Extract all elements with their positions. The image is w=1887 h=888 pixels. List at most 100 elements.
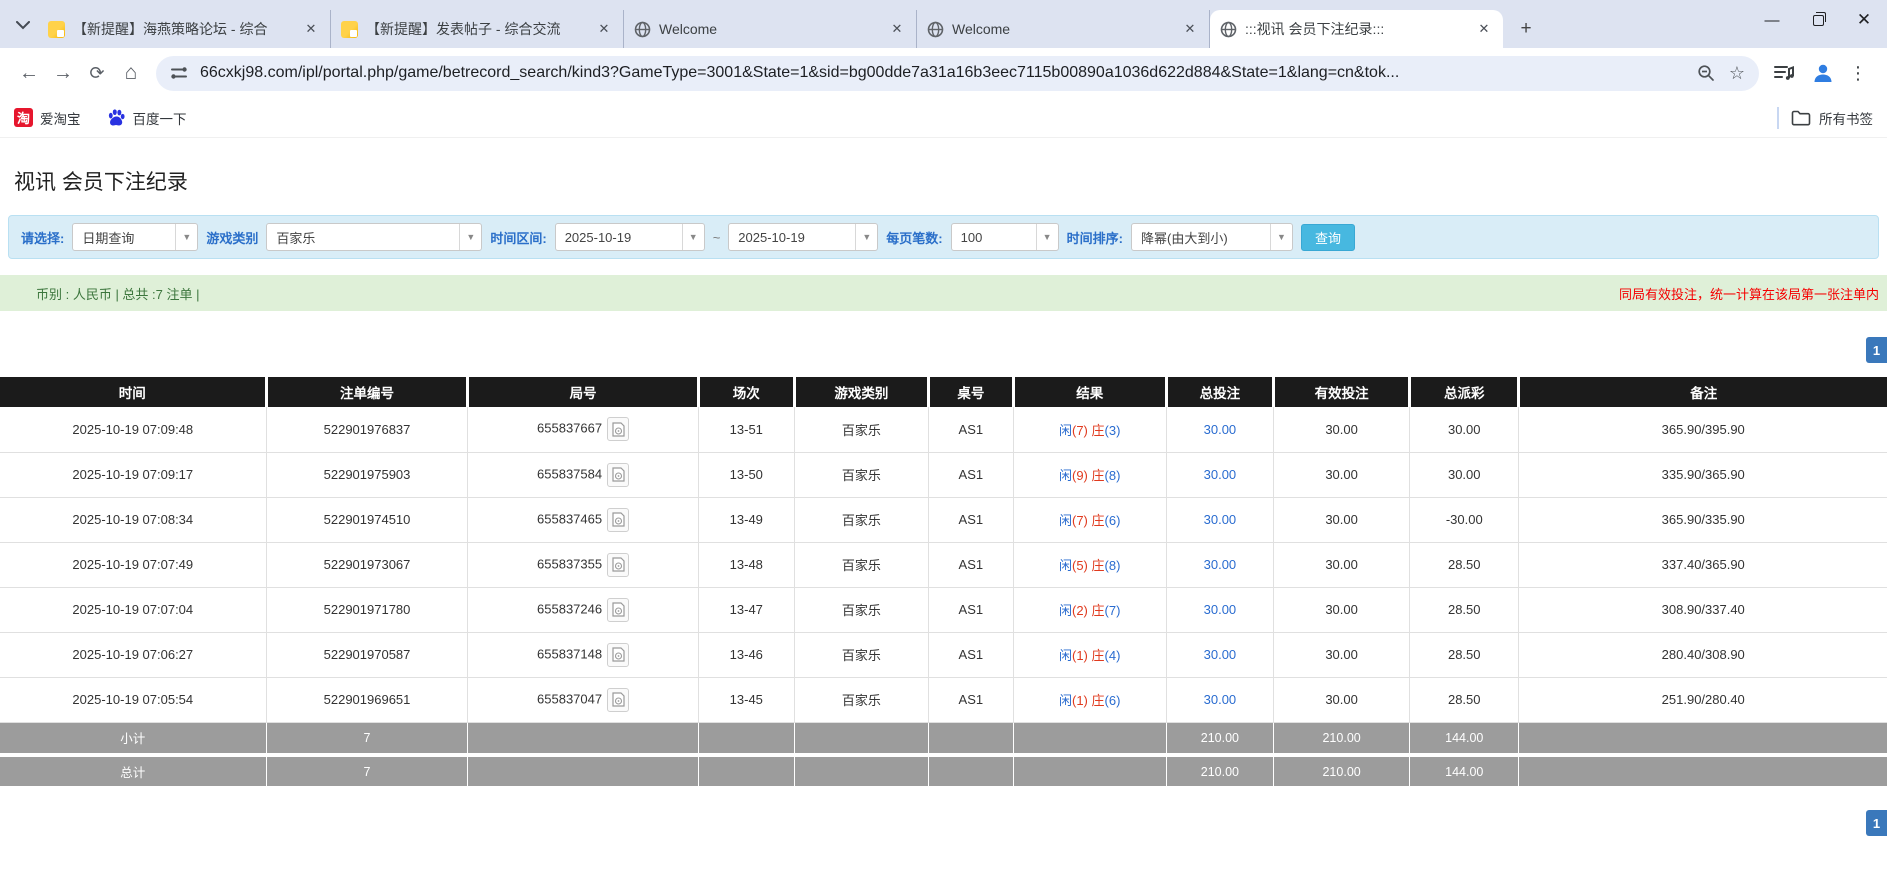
cell-session: 13-50 [698,452,794,497]
tilde-separator: ~ [713,230,721,245]
tab-close-icon[interactable]: ✕ [1475,20,1493,38]
browser-tab-5[interactable]: :::视讯 会员下注纪录:::✕ [1210,10,1503,48]
totals-cell-5 [794,722,928,755]
cell-note: 337.40/365.90 [1519,542,1887,587]
total-bet-link[interactable]: 30.00 [1204,692,1237,707]
video-replay-icon[interactable] [607,417,629,441]
cell-valid-bet: 30.00 [1274,542,1410,587]
back-icon[interactable]: ← [12,56,46,90]
table-row: 2025-10-19 07:06:27522901970587655837148… [0,632,1887,677]
date-to-select[interactable]: 2025-10-19 ▼ [728,223,878,251]
cell-session: 13-47 [698,587,794,632]
bookmark-item-baidu[interactable]: 百度一下 [107,108,187,128]
site-info-icon[interactable] [170,66,188,80]
time-sort-select[interactable]: 降幂(由大到小) ▼ [1131,223,1293,251]
game-type-select[interactable]: 百家乐 ▼ [266,223,482,251]
cell-result: 闲(1) 庄(4) [1013,632,1166,677]
banker-score: (4) [1105,648,1121,663]
search-button[interactable]: 查询 [1301,224,1355,251]
home-icon[interactable]: ⌂ [114,56,148,90]
cell-note: 251.90/280.40 [1519,677,1887,722]
total-bet-link[interactable]: 30.00 [1204,422,1237,437]
browser-menu-kebab-icon[interactable]: ⋮ [1841,63,1875,84]
total-bet-link[interactable]: 30.00 [1204,467,1237,482]
time-sort-label: 时间排序: [1067,228,1123,247]
query-type-select[interactable]: 日期查询 ▼ [72,223,198,251]
cell-note: 365.90/335.90 [1519,497,1887,542]
per-page-select[interactable]: 100 ▼ [951,223,1059,251]
media-controls-icon[interactable] [1773,64,1795,82]
column-header-6: 桌号 [928,377,1013,407]
video-replay-icon[interactable] [607,553,629,577]
all-bookmarks-button[interactable]: 所有书签 [1791,108,1873,128]
total-bet-link[interactable]: 30.00 [1204,602,1237,617]
totals-cell-8: 210.00 [1166,755,1274,788]
totals-cell-2: 7 [266,755,468,788]
cell-round-id: 655837667 [468,407,698,452]
zoom-out-icon[interactable] [1697,64,1715,82]
cell-total-bet: 30.00 [1166,407,1274,452]
totals-cell-11 [1519,755,1887,788]
video-replay-icon[interactable] [607,643,629,667]
url-text[interactable]: 66cxkj98.com/ipl/portal.php/game/betreco… [200,64,1683,82]
bookmark-star-icon[interactable]: ☆ [1729,63,1745,84]
notice-text: 同局有效投注，统一计算在该局第一张注单内 [1619,284,1887,303]
cell-round-id: 655837047 [468,677,698,722]
bookmark-item-aitaobao[interactable]: 淘 爱淘宝 [14,108,81,128]
browser-tab-4[interactable]: Welcome ✕ [917,10,1210,48]
totals-cell-1: 总计 [0,755,266,788]
cell-bet-id: 522901971780 [266,587,468,632]
total-bet-link[interactable]: 30.00 [1204,557,1237,572]
video-replay-icon[interactable] [607,463,629,487]
player-label: 闲 [1059,423,1072,438]
cell-result: 闲(1) 庄(6) [1013,677,1166,722]
browser-tab-1[interactable]: 【新提醒】海燕策略论坛 - 综合✕ [38,10,331,48]
date-from-select[interactable]: 2025-10-19 ▼ [555,223,705,251]
close-window-button[interactable]: ✕ [1841,0,1887,40]
totals-cell-10: 144.00 [1410,755,1519,788]
cell-game: 百家乐 [794,677,928,722]
maximize-button[interactable] [1795,0,1841,40]
player-score: (1) [1072,693,1092,708]
minimize-button[interactable]: — [1749,0,1795,40]
browser-tab-3[interactable]: Welcome✕ [624,10,917,48]
profile-avatar-icon[interactable] [1811,61,1835,85]
totals-cell-6 [928,755,1013,788]
totals-cell-9: 210.00 [1274,722,1410,755]
tab-close-icon[interactable]: ✕ [888,20,906,38]
cell-total-bet: 30.00 [1166,677,1274,722]
video-replay-icon[interactable] [607,598,629,622]
cell-total-bet: 30.00 [1166,542,1274,587]
video-replay-icon[interactable] [607,508,629,532]
new-tab-button[interactable]: + [1513,16,1539,42]
tab-title: Welcome [952,21,1173,37]
cell-note: 308.90/337.40 [1519,587,1887,632]
forward-icon[interactable]: → [46,56,80,90]
banker-label: 庄 [1092,648,1105,663]
total-bet-link[interactable]: 30.00 [1204,647,1237,662]
cell-bet-id: 522901973067 [266,542,468,587]
all-bookmarks-label: 所有书签 [1819,108,1873,128]
bet-records-table: 时间注单编号局号场次游戏类别桌号结果总投注有效投注总派彩备注 2025-10-1… [0,377,1887,790]
total-bet-link[interactable]: 30.00 [1204,512,1237,527]
page-number-button[interactable]: 1 [1866,810,1887,836]
cell-valid-bet: 30.00 [1274,632,1410,677]
banker-label: 庄 [1092,558,1105,573]
browser-tab-2[interactable]: 【新提醒】发表帖子 - 综合交流✕ [331,10,624,48]
page-number-button[interactable]: 1 [1866,337,1887,363]
cell-time: 2025-10-19 07:08:34 [0,497,266,542]
url-bar[interactable]: 66cxkj98.com/ipl/portal.php/game/betreco… [156,56,1759,91]
tab-search-chevron-icon[interactable] [12,14,34,36]
column-header-10: 总派彩 [1410,377,1519,407]
tab-close-icon[interactable]: ✕ [1181,20,1199,38]
banker-score: (8) [1105,558,1121,573]
cell-payout: 30.00 [1410,452,1519,497]
video-replay-icon[interactable] [607,688,629,712]
column-header-7: 结果 [1013,377,1166,407]
totals-cell-4 [698,755,794,788]
tab-close-icon[interactable]: ✕ [595,20,613,38]
pagination-top: 1 [0,337,1887,363]
bookmark-label: 爱淘宝 [40,108,81,128]
reload-icon[interactable]: ⟳ [80,56,114,90]
tab-close-icon[interactable]: ✕ [302,20,320,38]
